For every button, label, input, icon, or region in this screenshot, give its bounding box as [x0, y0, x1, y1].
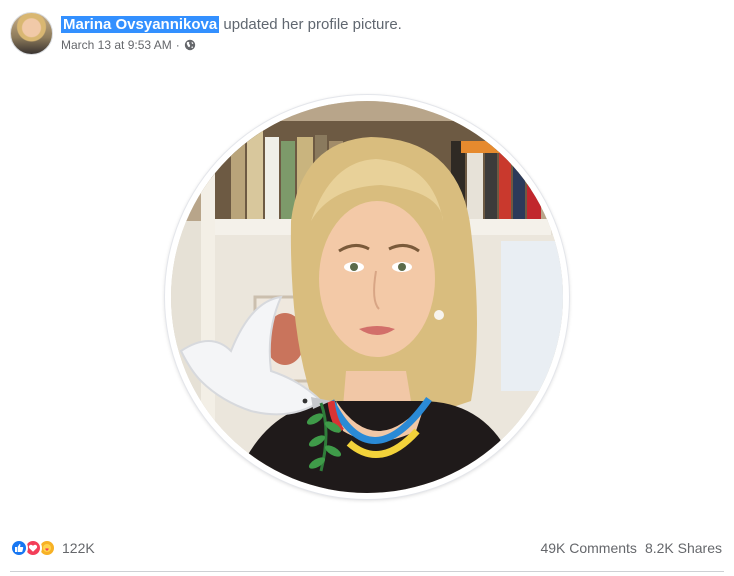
reactions-summary[interactable]: 122K [10, 539, 95, 557]
post-meta: March 13 at 9:53 AM · [61, 37, 402, 53]
author-name-link[interactable]: Marina Ovsyannikova [61, 16, 220, 33]
reaction-count: 122K [62, 540, 95, 556]
globe-icon[interactable] [184, 39, 196, 51]
profile-photo-illustration [171, 101, 563, 493]
meta-separator: · [175, 38, 180, 52]
post-timestamp-link[interactable]: March 13 at 9:53 AM [61, 37, 172, 53]
reaction-icons [10, 539, 56, 557]
profile-picture[interactable] [165, 95, 569, 499]
post-footer: 122K 49K Comments 8.2K Shares [0, 532, 734, 564]
post-stats: 49K Comments 8.2K Shares [540, 540, 722, 556]
footer-divider [10, 571, 724, 572]
like-icon [10, 539, 28, 557]
shares-count-link[interactable]: 8.2K Shares [645, 540, 722, 556]
post-header: Marina Ovsyannikova updated her profile … [10, 12, 402, 58]
facebook-post: Marina Ovsyannikova updated her profile … [0, 0, 734, 576]
author-avatar[interactable] [10, 12, 53, 55]
post-action-text: updated her profile picture. [223, 16, 402, 33]
comments-count-link[interactable]: 49K Comments [540, 540, 636, 556]
profile-photo-image [171, 101, 563, 493]
post-header-text: Marina Ovsyannikova updated her profile … [61, 12, 402, 53]
post-headline: Marina Ovsyannikova updated her profile … [61, 15, 402, 35]
